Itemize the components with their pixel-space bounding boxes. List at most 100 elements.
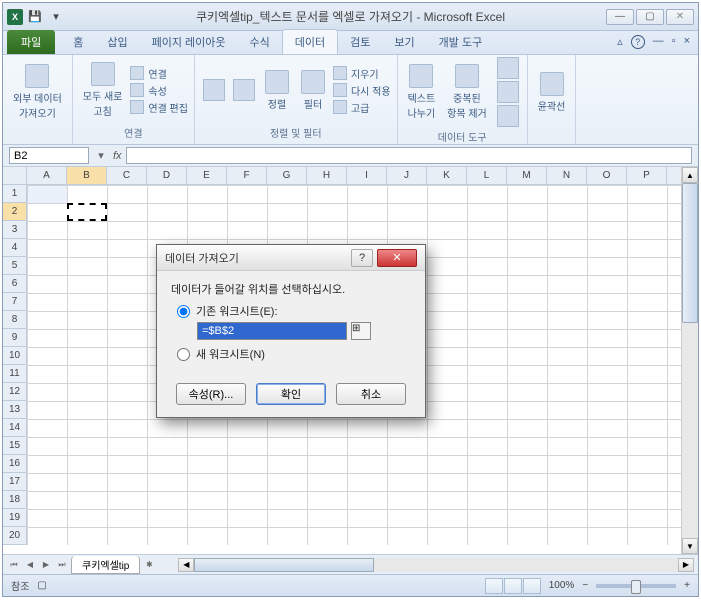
dialog-close-button[interactable]: ✕	[377, 249, 417, 267]
row-header[interactable]: 2	[3, 203, 26, 221]
get-external-data-button[interactable]: 외부 데이터 가져오기	[9, 62, 66, 122]
scroll-left-icon[interactable]: ◀	[178, 558, 194, 572]
zoom-in-button[interactable]: +	[684, 580, 690, 591]
col-header[interactable]: C	[107, 167, 147, 184]
refresh-all-button[interactable]: 모두 새로 고침	[79, 60, 127, 120]
tab-file[interactable]: 파일	[7, 30, 55, 54]
tab-insert[interactable]: 삽입	[95, 30, 139, 54]
scroll-right-icon[interactable]: ▶	[678, 558, 694, 572]
tab-formulas[interactable]: 수식	[238, 30, 282, 54]
save-icon[interactable]: 💾	[26, 8, 44, 26]
row-header[interactable]: 6	[3, 275, 26, 293]
row-header[interactable]: 14	[3, 419, 26, 437]
tab-next-icon[interactable]: ▶	[39, 558, 53, 572]
clear-filter-button[interactable]: 지우기	[333, 66, 391, 81]
cell-reference-input[interactable]	[197, 322, 347, 340]
row-header[interactable]: 13	[3, 401, 26, 419]
col-header[interactable]: L	[467, 167, 507, 184]
doc-restore-icon[interactable]: ▫	[672, 35, 676, 49]
scroll-down-icon[interactable]: ▼	[682, 538, 698, 554]
row-header[interactable]: 20	[3, 527, 26, 545]
col-header[interactable]: G	[267, 167, 307, 184]
radio-existing-input[interactable]	[177, 305, 190, 318]
minimize-button[interactable]: —	[606, 9, 634, 25]
zoom-out-button[interactable]: −	[582, 580, 588, 591]
name-box[interactable]: B2	[9, 147, 89, 164]
ribbon-minimize-icon[interactable]: ▵	[617, 35, 623, 49]
row-header[interactable]: 18	[3, 491, 26, 509]
row-header[interactable]: 7	[3, 293, 26, 311]
tab-review[interactable]: 검토	[338, 30, 382, 54]
hscroll-thumb[interactable]	[194, 558, 374, 572]
col-header[interactable]: D	[147, 167, 187, 184]
properties-button[interactable]: 속성	[130, 83, 188, 98]
qat-dropdown-icon[interactable]: ▾	[47, 8, 65, 26]
data-validation-icon[interactable]	[497, 57, 519, 79]
col-header[interactable]: A	[27, 167, 67, 184]
fx-icon[interactable]: fx	[113, 150, 122, 162]
col-header[interactable]: J	[387, 167, 427, 184]
tab-data[interactable]: 데이터	[282, 29, 338, 54]
radio-new-input[interactable]	[177, 348, 190, 361]
consolidate-icon[interactable]	[497, 81, 519, 103]
doc-minimize-icon[interactable]: —	[653, 35, 664, 49]
row-header[interactable]: 8	[3, 311, 26, 329]
reapply-button[interactable]: 다시 적용	[333, 83, 391, 98]
col-header[interactable]: I	[347, 167, 387, 184]
sheet-tab[interactable]: 쿠키엑셀tip	[71, 556, 140, 574]
row-header[interactable]: 19	[3, 509, 26, 527]
dialog-help-button[interactable]: ?	[351, 249, 373, 267]
row-header[interactable]: 17	[3, 473, 26, 491]
whatif-icon[interactable]	[497, 105, 519, 127]
scroll-thumb[interactable]	[682, 183, 698, 323]
remove-duplicates-button[interactable]: 중복된 항목 제거	[443, 62, 491, 122]
cancel-button[interactable]: 취소	[336, 383, 406, 405]
col-header[interactable]: N	[547, 167, 587, 184]
advanced-button[interactable]: 고급	[333, 100, 391, 115]
help-icon[interactable]: ?	[631, 35, 645, 49]
tab-developer[interactable]: 개발 도구	[427, 30, 495, 54]
row-header[interactable]: 1	[3, 185, 26, 203]
doc-close-icon[interactable]: ×	[684, 35, 690, 49]
col-header[interactable]: E	[187, 167, 227, 184]
close-button[interactable]: ✕	[666, 9, 694, 25]
tab-view[interactable]: 보기	[382, 30, 426, 54]
row-header[interactable]: 4	[3, 239, 26, 257]
name-box-dropdown-icon[interactable]: ▾	[93, 149, 109, 162]
col-header[interactable]: H	[307, 167, 347, 184]
ok-button[interactable]: 확인	[256, 383, 326, 405]
connections-button[interactable]: 연결	[130, 66, 188, 81]
zoom-level[interactable]: 100%	[549, 580, 575, 591]
tab-home[interactable]: 홈	[61, 30, 95, 54]
maximize-button[interactable]: ▢	[636, 9, 664, 25]
zoom-slider[interactable]	[596, 584, 676, 588]
row-header[interactable]: 5	[3, 257, 26, 275]
dialog-titlebar[interactable]: 데이터 가져오기 ? ✕	[157, 245, 425, 271]
macro-record-icon[interactable]: ▢	[37, 580, 46, 591]
outline-button[interactable]: 윤곽선	[534, 70, 570, 115]
col-header[interactable]: O	[587, 167, 627, 184]
range-selector-button[interactable]: ⊞	[351, 322, 371, 340]
row-header[interactable]: 12	[3, 383, 26, 401]
new-sheet-icon[interactable]: ✱	[142, 558, 156, 572]
text-to-columns-button[interactable]: 텍스트 나누기	[404, 62, 440, 122]
tab-first-icon[interactable]: ⏮	[7, 558, 21, 572]
tab-prev-icon[interactable]: ◀	[23, 558, 37, 572]
tab-pagelayout[interactable]: 페이지 레이아웃	[140, 30, 238, 54]
tab-last-icon[interactable]: ⏭	[55, 558, 69, 572]
col-header[interactable]: M	[507, 167, 547, 184]
row-header[interactable]: 9	[3, 329, 26, 347]
horizontal-scrollbar[interactable]: ◀ ▶	[178, 558, 694, 572]
col-header[interactable]: F	[227, 167, 267, 184]
col-header[interactable]: P	[627, 167, 667, 184]
formula-input[interactable]	[126, 147, 692, 164]
scroll-up-icon[interactable]: ▲	[682, 167, 698, 183]
sort-asc-icon[interactable]	[203, 79, 225, 101]
properties-button[interactable]: 속성(R)...	[176, 383, 246, 405]
page-break-view-button[interactable]	[523, 578, 541, 594]
col-header[interactable]: K	[427, 167, 467, 184]
col-header[interactable]: B	[67, 167, 107, 184]
row-header[interactable]: 3	[3, 221, 26, 239]
row-header[interactable]: 16	[3, 455, 26, 473]
normal-view-button[interactable]	[485, 578, 503, 594]
